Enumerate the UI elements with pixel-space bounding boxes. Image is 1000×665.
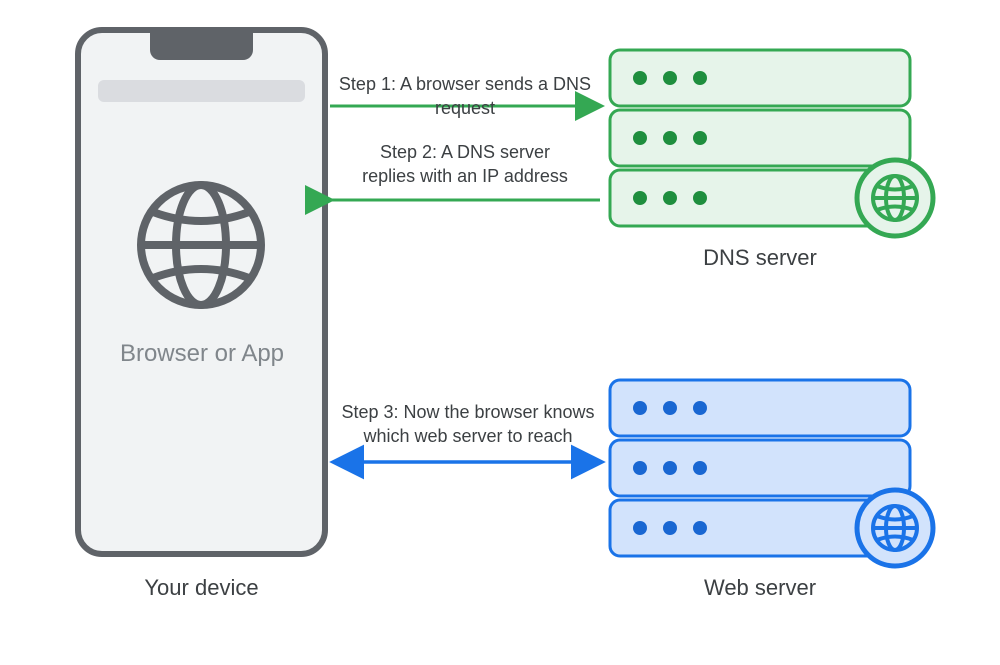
browser-or-app-caption: Browser or App — [92, 340, 312, 368]
step-2-label: Step 2: A DNS server replies with an IP … — [330, 140, 600, 189]
step-3-label: Step 3: Now the browser knows which web … — [328, 400, 608, 449]
dns-server-stack — [610, 50, 933, 236]
dns-globe-icon — [857, 160, 933, 236]
dns-server-label: DNS server — [610, 245, 910, 271]
dns-diagram: Step 1: A browser sends a DNS request St… — [0, 0, 1000, 660]
device-phone — [78, 30, 325, 554]
web-server-label: Web server — [610, 575, 910, 601]
web-globe-icon — [857, 490, 933, 566]
web-server-stack — [610, 380, 933, 566]
your-device-label: Your device — [78, 575, 325, 601]
step-1-label: Step 1: A browser sends a DNS request — [330, 72, 600, 121]
address-bar — [98, 80, 305, 102]
